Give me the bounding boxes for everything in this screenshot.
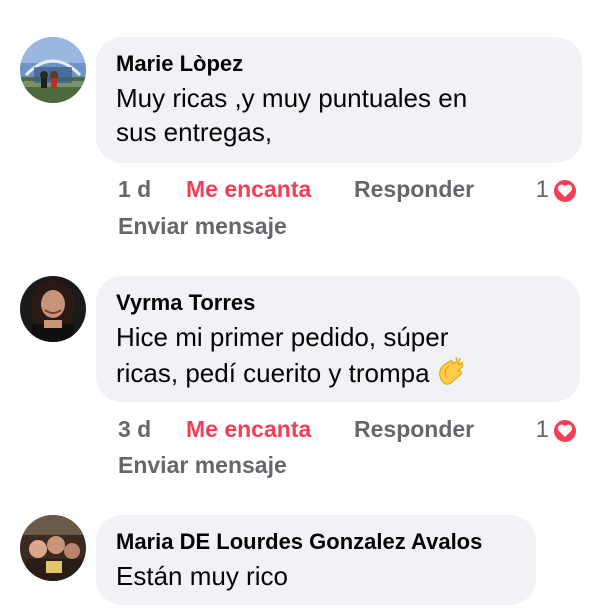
avatar-photo-icon xyxy=(20,37,86,103)
heart-icon xyxy=(552,418,578,444)
comment-text-line: sus entregas, xyxy=(116,117,273,147)
reaction-count: 1 xyxy=(535,176,549,203)
comment-text-line: Hice mi primer pedido, súper xyxy=(116,322,449,352)
avatar-photo-icon xyxy=(20,276,86,342)
reaction-summary[interactable]: 1 xyxy=(536,416,578,444)
avatar[interactable] xyxy=(20,37,86,103)
comment-bubble: Marie Lòpez Muy ricas ,y muy puntuales e… xyxy=(96,37,582,163)
comment-bubble: Maria DE Lourdes Gonzalez Avalos Están m… xyxy=(96,515,536,605)
heart-icon xyxy=(552,178,578,204)
reaction-summary[interactable]: 1 xyxy=(536,176,578,204)
comment-text-fragment: ricas, pedí cuerito y trompa xyxy=(116,358,430,388)
send-message-button[interactable]: Enviar mensaje xyxy=(118,213,287,240)
send-message-button[interactable]: Enviar mensaje xyxy=(118,452,287,479)
comment-timestamp[interactable]: 1 d xyxy=(118,176,151,203)
comment-text-line: ricas, pedí cuerito y trompa xyxy=(116,354,560,390)
clapping-hands-icon xyxy=(434,354,468,388)
reply-button[interactable]: Responder xyxy=(354,176,474,203)
comments-feed: Marie Lòpez Muy ricas ,y muy puntuales e… xyxy=(0,0,600,609)
comment-author[interactable]: Maria DE Lourdes Gonzalez Avalos xyxy=(116,529,516,555)
comment-actions: 1 d Me encanta Responder 1 xyxy=(118,176,588,210)
reply-button[interactable]: Responder xyxy=(354,416,474,443)
comment-author[interactable]: Marie Lòpez xyxy=(116,51,562,77)
comment-author[interactable]: Vyrma Torres xyxy=(116,290,560,316)
avatar-photo-icon xyxy=(20,515,86,581)
love-reaction-button[interactable]: Me encanta xyxy=(186,416,311,443)
comment-actions: 3 d Me encanta Responder 1 xyxy=(118,416,588,450)
comment-timestamp[interactable]: 3 d xyxy=(118,416,151,443)
avatar[interactable] xyxy=(20,515,86,581)
reaction-count: 1 xyxy=(535,416,549,443)
love-reaction-button[interactable]: Me encanta xyxy=(186,176,311,203)
avatar[interactable] xyxy=(20,276,86,342)
comment-text-line: Están muy rico xyxy=(116,561,288,591)
comment-text-line: Muy ricas ,y muy puntuales en xyxy=(116,83,468,113)
comment-bubble: Vyrma Torres Hice mi primer pedido, súpe… xyxy=(96,276,580,402)
